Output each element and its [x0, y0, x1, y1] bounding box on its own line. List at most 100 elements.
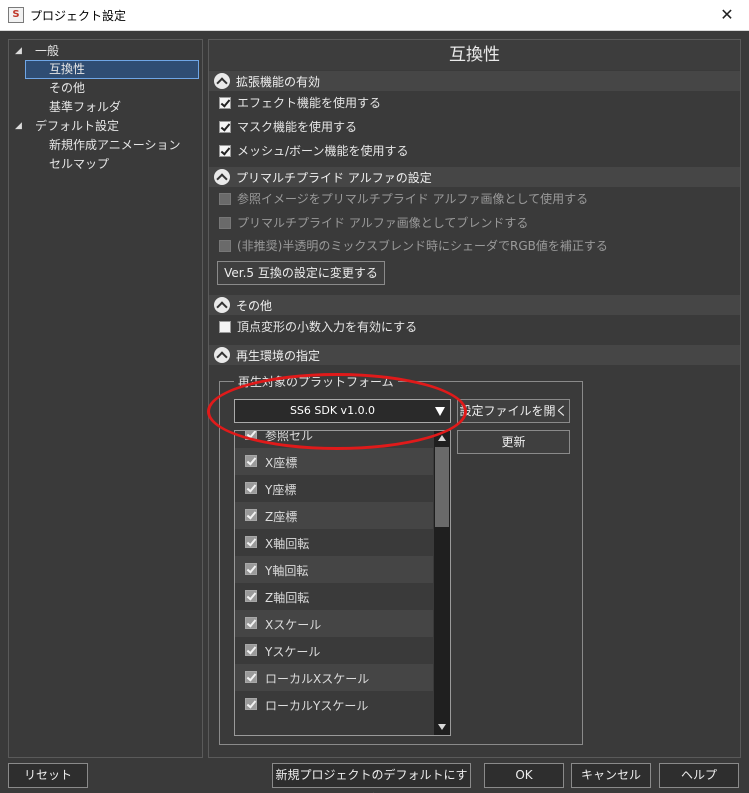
open-settings-file-button[interactable]: 設定ファイルを開く — [457, 399, 570, 423]
checkbox[interactable] — [219, 97, 231, 109]
section-title: 拡張機能の有効 — [236, 75, 321, 89]
window-title: プロジェクト設定 — [30, 9, 127, 23]
checkbox[interactable] — [245, 563, 257, 575]
collapse-arrow-icon[interactable]: ◢ — [15, 42, 25, 61]
collapse-chevron-icon[interactable] — [214, 347, 230, 363]
list-item-label: X軸回転 — [265, 537, 310, 551]
tree-item-default-settings[interactable]: ◢ デフォルト設定 — [15, 117, 195, 136]
set-default-button[interactable]: 新規プロジェクトのデフォルトにする — [272, 763, 471, 793]
tree-item-compatibility[interactable]: 互換性 — [25, 60, 199, 79]
list-item-label: 参照セル — [265, 430, 314, 443]
tree-item-base-folder[interactable]: 基準フォルダ — [25, 98, 199, 117]
checkbox — [219, 217, 231, 229]
tree-item-label: その他 — [49, 81, 86, 95]
option-label: メッシュ/ボーン機能を使用する — [237, 144, 409, 158]
option-label: マスク機能を使用する — [237, 120, 358, 134]
tree-item-label: デフォルト設定 — [35, 119, 120, 133]
help-button[interactable]: ヘルプ — [659, 763, 739, 788]
tree-item-general[interactable]: ◢ 一般 — [15, 42, 195, 61]
list-item-label: Y軸回転 — [265, 564, 309, 578]
checkbox[interactable] — [245, 536, 257, 548]
checkbox[interactable] — [245, 644, 257, 656]
list-item-label: Y座標 — [265, 483, 297, 497]
reset-button[interactable]: リセット — [8, 763, 88, 788]
compatibility-panel: 互換性 拡張機能の有効 エフェクト機能を使用する マスク機能を使用する メッシュ… — [208, 39, 741, 758]
collapse-chevron-icon[interactable] — [214, 169, 230, 185]
section-header-playback[interactable]: 再生環境の指定 — [209, 345, 740, 365]
platform-groupbox: 再生対象のプラットフォーム SS6 SDK v1.0.0 設定ファイルを開く 更… — [219, 373, 583, 745]
close-icon[interactable]: ✕ — [717, 5, 737, 24]
checkbox[interactable] — [245, 509, 257, 521]
groupbox-label: 再生対象のプラットフォーム — [234, 373, 398, 390]
section-title: その他 — [236, 299, 273, 313]
option-label: 頂点変形の小数入力を有効にする — [237, 320, 418, 334]
tree-item-cellmap[interactable]: セルマップ — [25, 155, 199, 174]
list-item[interactable]: Yスケール — [235, 637, 433, 664]
settings-tree: ◢ 一般 互換性 その他 基準フォルダ ◢ デフォルト設定 新規作成アニメーショ… — [8, 39, 203, 758]
list-item[interactable]: Y座標 — [235, 475, 433, 502]
collapse-chevron-icon[interactable] — [214, 73, 230, 89]
collapse-chevron-icon[interactable] — [214, 297, 230, 313]
option-label: プリマルチプライド アルファ画像としてブレンドする — [237, 216, 529, 230]
tree-item-label: 基準フォルダ — [49, 100, 122, 114]
ver5-compat-button[interactable]: Ver.5 互換の設定に変更する — [217, 261, 385, 285]
attribute-list: 参照セル X座標 Y座標 Z座標 X軸回転 Y軸回転 Z軸回転 Xスケール Yス… — [234, 430, 451, 736]
checkbox[interactable] — [219, 321, 231, 333]
checkbox[interactable] — [245, 671, 257, 683]
list-item-label: Z座標 — [265, 510, 298, 524]
update-button[interactable]: 更新 — [457, 430, 570, 454]
tree-item-other[interactable]: その他 — [25, 79, 199, 98]
checkbox — [219, 240, 231, 252]
section-header-premultiplied[interactable]: プリマルチプライド アルファの設定 — [209, 167, 740, 187]
list-item-label: ローカルYスケール — [265, 699, 369, 713]
list-item[interactable]: 参照セル — [235, 430, 433, 448]
scrollbar-thumb[interactable] — [435, 447, 449, 527]
checkbox[interactable] — [245, 431, 257, 440]
list-item-label: Yスケール — [265, 645, 321, 659]
ok-button[interactable]: OK — [484, 763, 564, 788]
app-icon: S — [8, 7, 24, 23]
list-scrollbar[interactable] — [434, 431, 450, 735]
tree-item-label: 新規作成アニメーション — [49, 138, 181, 152]
checkbox[interactable] — [245, 590, 257, 602]
platform-select[interactable]: SS6 SDK v1.0.0 — [234, 399, 451, 423]
tree-item-label: セルマップ — [49, 157, 110, 171]
list-item[interactable]: ローカルYスケール — [235, 691, 433, 718]
scroll-up-icon[interactable] — [438, 435, 446, 441]
checkbox[interactable] — [245, 617, 257, 629]
list-item[interactable]: Xスケール — [235, 610, 433, 637]
platform-select-value: SS6 SDK v1.0.0 — [289, 404, 376, 417]
checkbox — [219, 193, 231, 205]
list-item[interactable]: X軸回転 — [235, 529, 433, 556]
checkbox[interactable] — [245, 698, 257, 710]
list-item-label: Z軸回転 — [265, 591, 310, 605]
tree-item-label: 一般 — [35, 44, 60, 58]
list-item[interactable]: Z軸回転 — [235, 583, 433, 610]
section-title: プリマルチプライド アルファの設定 — [236, 171, 432, 185]
list-item-label: X座標 — [265, 456, 298, 470]
list-item[interactable]: X座標 — [235, 448, 433, 475]
section-title: 再生環境の指定 — [236, 349, 321, 363]
title-bar: S プロジェクト設定 ✕ — [0, 0, 749, 31]
collapse-arrow-icon[interactable]: ◢ — [15, 117, 25, 136]
checkbox[interactable] — [245, 455, 257, 467]
cancel-button[interactable]: キャンセル — [571, 763, 651, 788]
list-item[interactable]: Z座標 — [235, 502, 433, 529]
option-label: (非推奨)半透明のミックスブレンド時にシェーダでRGB値を補正する — [237, 239, 608, 253]
option-label: 参照イメージをプリマルチプライド アルファ画像として使用する — [237, 192, 589, 206]
page-title: 互換性 — [209, 40, 740, 70]
list-item-label: ローカルXスケール — [265, 672, 370, 686]
option-label: エフェクト機能を使用する — [237, 96, 382, 110]
checkbox[interactable] — [245, 482, 257, 494]
checkbox[interactable] — [219, 145, 231, 157]
chevron-down-icon[interactable] — [435, 407, 445, 416]
tree-item-label: 互換性 — [49, 62, 86, 76]
scroll-down-icon[interactable] — [438, 724, 446, 730]
section-header-other[interactable]: その他 — [209, 295, 740, 315]
list-item-label: Xスケール — [265, 618, 322, 632]
section-header-extensions[interactable]: 拡張機能の有効 — [209, 71, 740, 91]
list-item[interactable]: Y軸回転 — [235, 556, 433, 583]
checkbox[interactable] — [219, 121, 231, 133]
list-item[interactable]: ローカルXスケール — [235, 664, 433, 691]
tree-item-new-animation[interactable]: 新規作成アニメーション — [25, 136, 199, 155]
